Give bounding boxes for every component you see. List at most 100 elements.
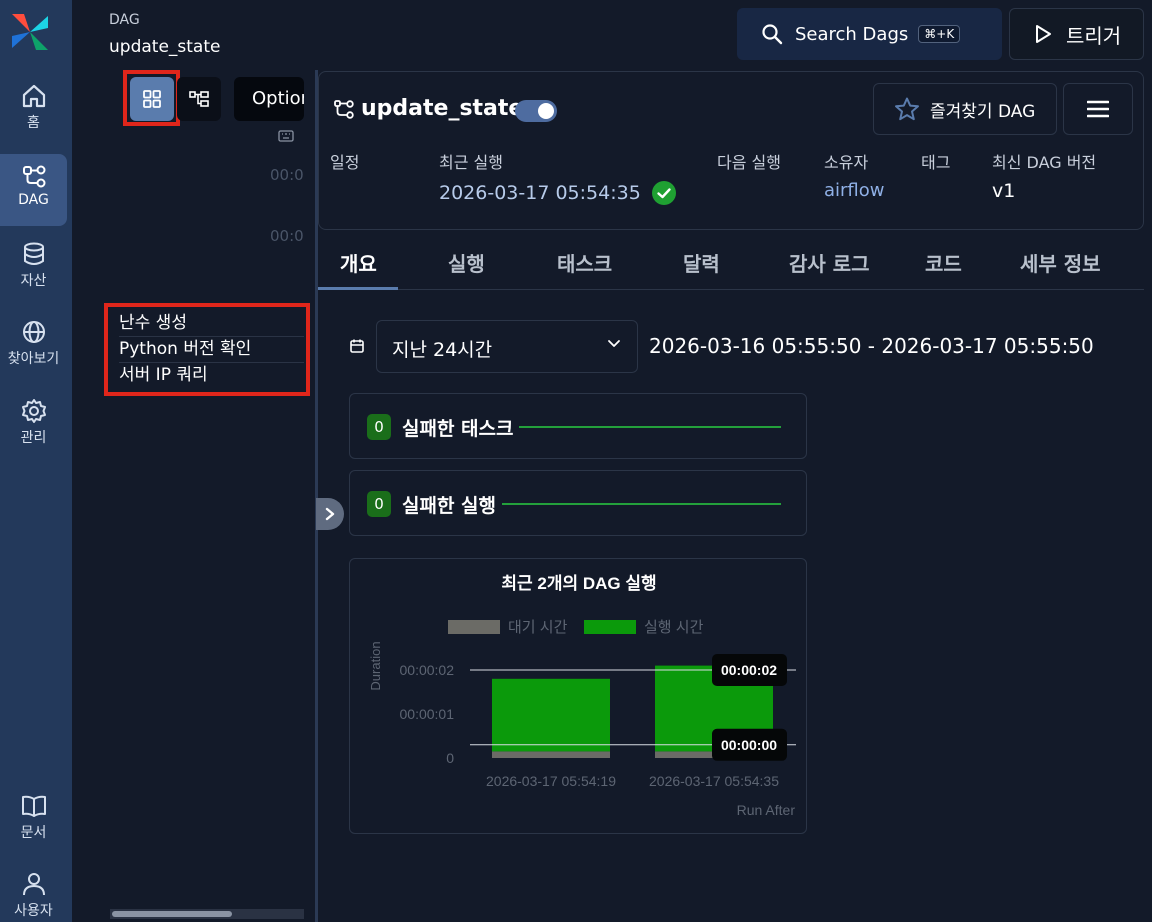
tab-tasks[interactable]: 태스크	[557, 248, 612, 277]
x-tick-label: 2026-03-17 05:54:19	[486, 773, 616, 789]
time-range-value: 지난 24시간	[392, 339, 493, 361]
recent-runs-chart-card: 최근 2개의 DAG 실행대기 시간 실행 시간 Duration 0 00:00:01…	[349, 558, 807, 834]
globe-icon	[22, 321, 45, 343]
more-menu-button[interactable]	[1063, 83, 1133, 135]
meta-latest-run-label: 최근 실행	[439, 153, 503, 172]
options-button[interactable]: Options	[234, 77, 304, 121]
grid-time-label: 00:00:00	[270, 227, 304, 245]
breadcrumb-label: DAG	[109, 12, 140, 28]
nav-item-home[interactable]: 홈	[0, 82, 67, 154]
book-icon	[21, 795, 46, 817]
failed-tasks-card[interactable]: 0 실패한 태스크	[349, 393, 807, 459]
y-tick-label: 00:00:01	[400, 706, 455, 722]
graph-icon	[189, 91, 209, 107]
tab-runs[interactable]: 실행	[448, 248, 485, 277]
failed-runs-card[interactable]: 0 실패한 실행	[349, 470, 807, 536]
nav-item-admin[interactable]: 관리	[0, 397, 67, 469]
owner-link[interactable]: airflow	[824, 180, 885, 201]
gear-icon	[21, 399, 46, 423]
expand-panel-button[interactable]	[316, 498, 344, 530]
task-item[interactable]: 서버 IP 쿼리	[119, 363, 304, 389]
x-axis-label: Run After	[737, 802, 796, 818]
tab-code[interactable]: 코드	[925, 248, 962, 277]
bar-run-time	[492, 678, 610, 752]
nav-label: DAG	[18, 192, 49, 208]
dag-icon	[334, 99, 354, 119]
failed-runs-sparkline	[502, 503, 781, 505]
nav-label: 문서	[20, 825, 47, 841]
recent-runs-chart: 최근 2개의 DAG 실행대기 시간 실행 시간 Duration 0 00:00:01…	[368, 574, 796, 818]
tab-audit-log[interactable]: 감사 로그	[789, 248, 870, 277]
meta-next-run-label: 다음 실행	[717, 153, 781, 172]
dag-title-text: update_state	[361, 96, 524, 121]
favorite-dag-button[interactable]: 즐겨찾기 DAG	[873, 83, 1057, 135]
chevron-down-icon	[608, 340, 620, 347]
nav-label: 찾아보기	[7, 351, 60, 367]
left-nav: 홈 DAG 자산 찾아보기 관리 문서 사용자	[0, 0, 72, 922]
menu-icon	[1087, 100, 1109, 118]
y-tick-label: 00:00:02	[400, 662, 455, 678]
chart-title: 최근 2개의 DAG 실행	[501, 574, 656, 593]
user-icon	[22, 873, 45, 896]
nav-item-user[interactable]: 사용자	[0, 870, 67, 922]
task-item[interactable]: 난수 생성	[119, 311, 304, 337]
nav-label: 관리	[20, 430, 47, 446]
nav-item-dag[interactable]: DAG	[0, 154, 67, 226]
nav-item-docs[interactable]: 문서	[0, 792, 67, 864]
keyboard-icon[interactable]	[278, 129, 294, 143]
task-list: 난수 생성 Python 버전 확인 서버 IP 쿼리	[104, 303, 310, 396]
meta-version-label: 최신 DAG 버전	[992, 153, 1097, 172]
dag-header-card: update_state 즐겨찾기 DAG 일정 최근 실행 다음 실행 소유자…	[318, 71, 1144, 230]
pause-toggle[interactable]	[515, 100, 557, 122]
dag-title: update_state	[333, 96, 523, 121]
nav-item-browse[interactable]: 찾아보기	[0, 318, 67, 390]
bar-queued-time	[492, 751, 610, 758]
home-icon	[22, 84, 45, 108]
failed-tasks-count: 0	[367, 414, 391, 440]
tab-overview[interactable]: 개요	[340, 248, 377, 277]
search-shortcut: ⌘+K	[918, 25, 961, 43]
latest-run-link[interactable]: 2026-03-17 05:54:35	[439, 182, 641, 204]
nav-label: 사용자	[14, 903, 53, 919]
legend-label: 대기 시간	[508, 619, 568, 636]
airflow-logo[interactable]	[8, 8, 52, 56]
y-tick-label: 0	[446, 750, 454, 766]
favorite-label: 즐겨찾기 DAG	[930, 101, 1036, 122]
y-axis-label: Duration	[368, 641, 383, 690]
task-item[interactable]: Python 버전 확인	[119, 337, 304, 363]
graph-view-button[interactable]	[177, 77, 221, 121]
legend-label: 실행 시간	[644, 619, 704, 636]
nav-item-assets[interactable]: 자산	[0, 240, 67, 312]
trigger-label: 트리거	[1066, 23, 1122, 48]
nav-label: 자산	[20, 273, 47, 289]
search-label: Search Dags	[795, 23, 909, 45]
star-icon	[895, 97, 919, 121]
nav-label: 홈	[27, 115, 40, 131]
grid-time-label: 00:00:02	[270, 166, 304, 184]
legend-swatch	[584, 620, 636, 634]
success-check-icon	[651, 181, 676, 205]
meta-schedule-label: 일정	[330, 153, 360, 172]
legend-swatch	[448, 620, 500, 634]
date-range-text: 2026-03-16 05:55:50 - 2026-03-17 05:55:5…	[649, 334, 1094, 358]
tab-calendar[interactable]: 달력	[683, 248, 720, 277]
horizontal-scrollbar[interactable]	[110, 909, 304, 919]
failed-runs-label: 실패한 실행	[402, 495, 497, 517]
search-icon	[762, 24, 783, 45]
highlight-box-grid	[123, 70, 180, 126]
time-range-select[interactable]: 지난 24시간	[376, 320, 638, 373]
failed-tasks-sparkline	[519, 426, 781, 428]
latest-run-value[interactable]: 2026-03-17 05:54:35	[439, 180, 677, 206]
tooltip-value: 00:00:00	[721, 737, 777, 753]
database-icon	[23, 242, 44, 265]
failed-tasks-label: 실패한 태스크	[402, 418, 514, 440]
calendar-icon	[350, 339, 364, 353]
tab-details[interactable]: 세부 정보	[1020, 248, 1101, 277]
search-dags-button[interactable]: Search Dags ⌘+K	[737, 8, 1002, 60]
meta-tags-label: 태그	[921, 153, 951, 172]
toggle-knob	[538, 103, 554, 119]
breadcrumb-dag-name[interactable]: update_state	[109, 37, 220, 57]
scrollbar-thumb[interactable]	[112, 911, 232, 917]
x-tick-label: 2026-03-17 05:54:35	[649, 773, 779, 789]
trigger-button[interactable]: 트리거	[1009, 8, 1144, 60]
